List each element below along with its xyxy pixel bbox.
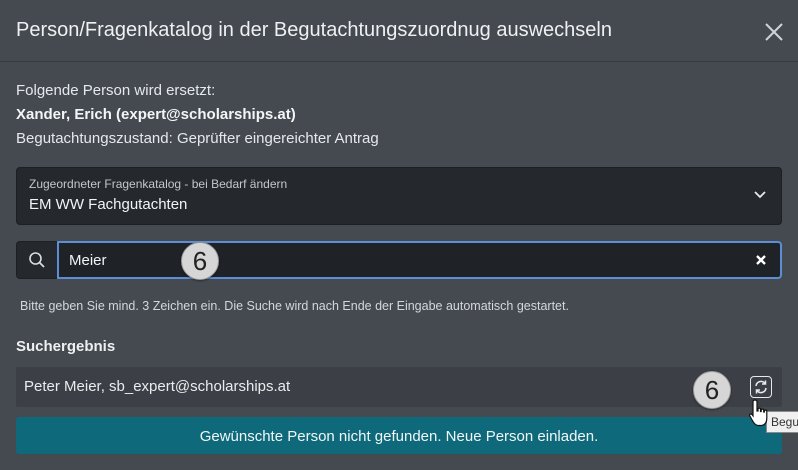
invite-new-person-button[interactable]: Gewünschte Person nicht gefunden. Neue P…	[16, 417, 782, 454]
search-icon	[29, 252, 45, 268]
search-icon-addon	[16, 241, 57, 279]
search-field	[57, 241, 782, 279]
search-input[interactable]	[69, 250, 729, 270]
search-hint: Bitte geben Sie mind. 3 Zeichen ein. Die…	[20, 299, 569, 313]
replaced-person-name: Xander, Erich (expert@scholarships.at)	[16, 106, 296, 123]
dialog-title: Person/Fragenkatalog in der Begutachtung…	[16, 19, 612, 41]
replaced-person-label: Folgende Person wird ersetzt:	[16, 82, 216, 99]
chevron-down-icon	[754, 191, 766, 199]
results-title: Suchergebnis	[16, 338, 116, 355]
step-badge: 6	[693, 371, 731, 409]
hand-pointer-icon	[749, 399, 768, 427]
result-row[interactable]: Peter Meier, sb_expert@scholarships.at	[16, 367, 782, 407]
clear-icon[interactable]	[754, 253, 768, 267]
assessment-state: Begutachtungszustand: Geprüfter eingerei…	[16, 130, 379, 147]
catalog-select[interactable]: Zugeordneter Fragenkatalog - bei Bedarf …	[16, 167, 782, 225]
catalog-select-value: EM WW Fachgutachten	[29, 196, 188, 213]
swap-person-button[interactable]	[750, 376, 772, 398]
catalog-select-label: Zugeordneter Fragenkatalog - bei Bedarf …	[29, 177, 288, 191]
step-badge: 6	[181, 242, 219, 280]
refresh-swap-icon	[755, 380, 767, 394]
close-icon[interactable]	[761, 19, 787, 45]
result-text: Peter Meier, sb_expert@scholarships.at	[24, 378, 291, 395]
dialog-header: Person/Fragenkatalog in der Begutachtung…	[0, 0, 798, 62]
